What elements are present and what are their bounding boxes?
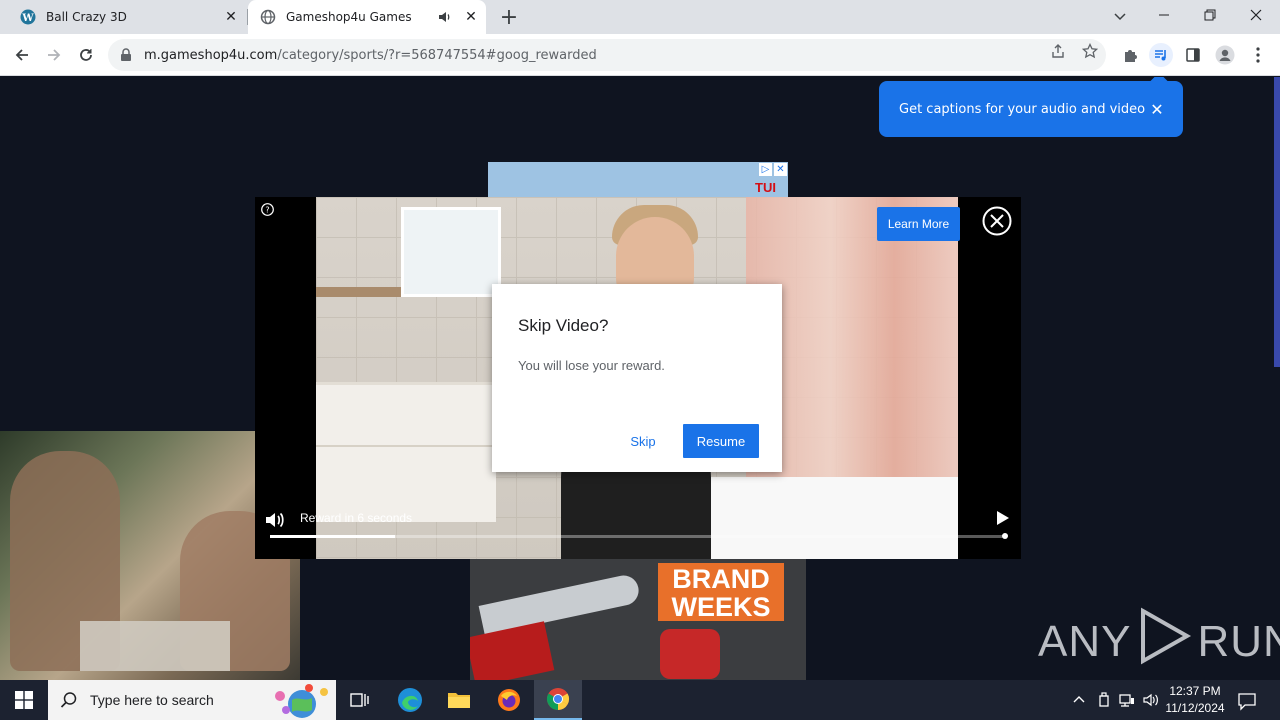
notification-center-icon[interactable]: [1236, 690, 1258, 712]
speaker-icon[interactable]: [1141, 690, 1161, 710]
dialog-message: You will lose your reward.: [518, 358, 665, 373]
usb-device-icon[interactable]: [1094, 690, 1114, 710]
learn-more-button[interactable]: Learn More: [877, 207, 960, 241]
taskbar-search-box[interactable]: Type here to search: [48, 680, 336, 720]
address-bar[interactable]: m.gameshop4u.com/category/sports/?r=5687…: [108, 39, 1106, 71]
chevron-up-icon[interactable]: [1069, 690, 1089, 710]
menu-kebab-icon[interactable]: [1246, 43, 1270, 67]
tui-logo: TUI: [755, 180, 776, 195]
progress-end-dot: [1002, 533, 1008, 539]
skip-button[interactable]: Skip: [620, 424, 666, 458]
profile-avatar-icon[interactable]: [1213, 43, 1237, 67]
reload-button[interactable]: [72, 41, 100, 69]
background-tools-ad[interactable]: BRAND WEEKS: [470, 559, 806, 680]
watermark-left: ANY: [1038, 616, 1132, 666]
video-controls: Reward in 6 seconds: [255, 505, 1021, 559]
tab-ball-crazy[interactable]: W Ball Crazy 3D ✕: [8, 0, 246, 34]
file-explorer-icon[interactable]: [435, 680, 483, 720]
task-view-icon[interactable]: [336, 680, 384, 720]
search-placeholder: Type here to search: [90, 692, 214, 708]
search-icon: [60, 690, 80, 710]
anyrun-watermark: ANY RUN: [1038, 607, 1280, 676]
minimize-button[interactable]: [1141, 0, 1187, 30]
resume-button[interactable]: Resume: [683, 424, 759, 458]
search-highlight-globe-icon[interactable]: [262, 682, 332, 718]
close-icon[interactable]: [982, 206, 1012, 236]
clock-date: 11/12/2024: [1165, 701, 1225, 715]
video-progress-bar[interactable]: [270, 533, 1008, 539]
url-text[interactable]: m.gameshop4u.com/category/sports/?r=5687…: [144, 48, 597, 63]
close-window-button[interactable]: [1233, 0, 1279, 30]
media-controls-icon[interactable]: [1149, 43, 1173, 67]
ad-choices-icon[interactable]: ▷: [758, 162, 773, 177]
close-tab-icon[interactable]: ✕: [460, 6, 482, 28]
dialog-title: Skip Video?: [518, 316, 609, 335]
brand-weeks-badge: BRAND WEEKS: [658, 563, 784, 621]
browser-toolbar: m.gameshop4u.com/category/sports/?r=5687…: [0, 34, 1280, 76]
skip-video-dialog: Skip Video? You will lose your reward. S…: [492, 284, 782, 472]
svg-text:?: ?: [265, 205, 269, 214]
captions-promo-text: Get captions for your audio and video: [899, 101, 1146, 117]
globe-icon: [260, 9, 276, 25]
audio-playing-icon[interactable]: [436, 8, 454, 26]
share-icon[interactable]: [1049, 42, 1067, 60]
ad-choices[interactable]: ▷ ✕: [758, 162, 788, 177]
background-banner-ad[interactable]: ▷ ✕ TUI: [488, 162, 788, 202]
bookmark-star-icon[interactable]: [1081, 42, 1099, 60]
ad-close-icon[interactable]: ✕: [773, 162, 788, 177]
tab-title: Gameshop4u Games: [286, 10, 412, 24]
back-button[interactable]: [8, 41, 36, 69]
url-path: /category/sports/?r=568747554#goog_rewar…: [277, 47, 597, 63]
chainsaw-image: [478, 572, 642, 636]
extensions-puzzle-icon[interactable]: [1118, 43, 1142, 67]
video-progress-fill: [270, 535, 396, 538]
chainsaw-body-image: [470, 621, 555, 680]
lock-icon[interactable]: [120, 47, 136, 63]
tab-strip: W Ball Crazy 3D ✕ Gameshop4u Games ✕ +: [0, 0, 1280, 34]
brand-line-2: WEEKS: [671, 592, 771, 622]
firefox-icon[interactable]: [485, 680, 533, 720]
watermark-right: RUN: [1197, 616, 1280, 666]
windows-start-icon[interactable]: [0, 680, 48, 720]
new-tab-button[interactable]: +: [497, 5, 521, 30]
reward-countdown: Reward in 6 seconds: [300, 511, 413, 525]
close-tab-icon[interactable]: ✕: [220, 6, 242, 28]
photo-object: [80, 621, 230, 671]
brand-line-1: BRAND: [672, 564, 770, 594]
volume-icon[interactable]: [264, 509, 286, 531]
video-cabinet: [316, 382, 496, 522]
network-icon[interactable]: [1117, 690, 1137, 710]
drill-image: [660, 629, 720, 679]
captions-promo-bubble: Get captions for your audio and video ✕: [879, 77, 1183, 137]
video-window: [401, 207, 501, 297]
tab-title: Ball Crazy 3D: [46, 10, 127, 24]
edge-browser-icon[interactable]: [386, 680, 434, 720]
play-triangle-icon: [1135, 607, 1193, 676]
forward-button[interactable]: [40, 41, 68, 69]
web-page: ▷ ✕ TUI BRAND WEEKS ANY RUN Get captions…: [0, 77, 1280, 680]
chrome-icon[interactable]: [534, 680, 582, 720]
svg-text:W: W: [21, 13, 34, 24]
help-icon[interactable]: ?: [260, 202, 274, 216]
system-clock[interactable]: 12:37 PM 11/12/2024: [1160, 683, 1230, 717]
bubble-arrow: [1150, 77, 1168, 90]
close-icon[interactable]: ✕: [1149, 100, 1165, 119]
clock-time: 12:37 PM: [1169, 684, 1221, 698]
play-icon[interactable]: [993, 509, 1011, 527]
chevron-down-icon[interactable]: [1108, 4, 1132, 28]
restore-button[interactable]: [1187, 0, 1233, 30]
side-panel-icon[interactable]: [1181, 43, 1205, 67]
page-side-strip: [1274, 77, 1280, 367]
tab-gameshop4u[interactable]: Gameshop4u Games ✕: [248, 0, 486, 34]
wordpress-icon: W: [20, 9, 36, 25]
url-host: m.gameshop4u.com: [144, 47, 278, 63]
windows-taskbar: Type here to search 12:37 PM 11/12/2024: [0, 680, 1280, 720]
